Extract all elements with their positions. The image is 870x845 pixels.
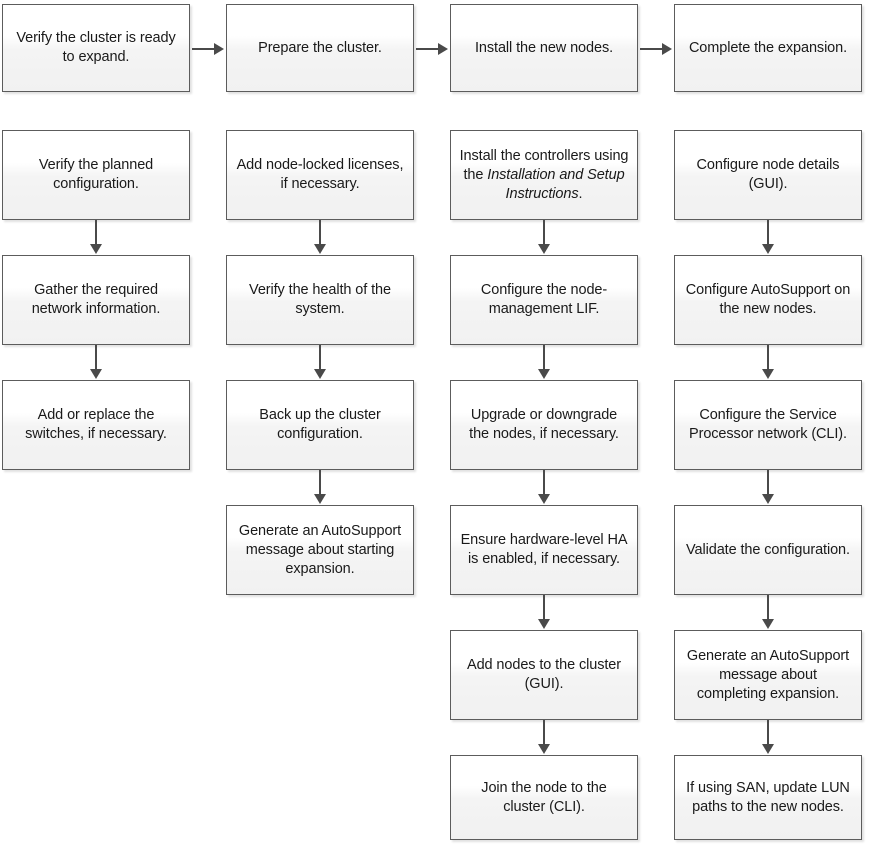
step-label: If using SAN, update LUN paths to the ne… (686, 779, 850, 815)
step-label: Gather the required network information. (31, 282, 161, 317)
step-box-verify-planned-configuration[interactable]: Verify the planned configuration. (2, 130, 190, 220)
step-label: Back up the cluster configuration. (259, 407, 381, 442)
step-box-configure-node-management-lif[interactable]: Configure the node-management LIF. (450, 255, 638, 345)
step-box-configure-node-details-gui[interactable]: Configure node details (GUI). (674, 130, 862, 220)
step-box-upgrade-or-downgrade-nodes[interactable]: Upgrade or downgrade the nodes, if neces… (450, 380, 638, 470)
step-label: Add nodes to the cluster (GUI). (467, 657, 621, 692)
arrow-c1-s1-to-s2 (90, 220, 107, 255)
arrow-c1-s2-to-s3 (90, 345, 107, 380)
arrow-c3-s5-to-s6 (538, 720, 555, 755)
phase-box-verify-cluster-ready[interactable]: Verify the cluster is ready to expand. (2, 4, 190, 92)
phase-label: Verify the cluster is ready to expand. (16, 30, 176, 65)
arrow-c3-s1-to-s2 (538, 220, 555, 255)
phase-box-prepare-cluster[interactable]: Prepare the cluster. (226, 4, 414, 92)
step-label: Ensure hardware-level HA is enabled, if … (460, 532, 628, 567)
step-label: Verify the planned configuration. (38, 157, 154, 192)
phase-label: Complete the expansion. (688, 39, 848, 56)
step-label-italic: Installation and Setup Instructions (487, 166, 625, 202)
arrow-c4-s4-to-s5 (762, 595, 779, 630)
phase-box-complete-expansion[interactable]: Complete the expansion. (674, 4, 862, 92)
step-box-ensure-hardware-level-ha[interactable]: Ensure hardware-level HA is enabled, if … (450, 505, 638, 595)
step-box-validate-configuration[interactable]: Validate the configuration. (674, 505, 862, 595)
arrow-c2-s2-to-s3 (314, 345, 331, 380)
step-box-verify-health-of-system[interactable]: Verify the health of the system. (226, 255, 414, 345)
arrow-c4-s5-to-s6 (762, 720, 779, 755)
step-label: Configure the Service Processor network … (689, 407, 847, 442)
step-box-if-using-san-update-lun-paths[interactable]: If using SAN, update LUN paths to the ne… (674, 755, 862, 840)
step-box-configure-autosupport-new-nodes[interactable]: Configure AutoSupport on the new nodes. (674, 255, 862, 345)
step-box-back-up-cluster-configuration[interactable]: Back up the cluster configuration. (226, 380, 414, 470)
arrow-c4-s1-to-s2 (762, 220, 779, 255)
step-label: Configure AutoSupport on the new nodes. (685, 282, 851, 317)
phase-label: Prepare the cluster. (258, 39, 382, 56)
step-label: Generate an AutoSupport message about st… (238, 522, 402, 577)
step-label: Verify the health of the system. (249, 282, 391, 317)
arrow-c2-s3-to-s4 (314, 470, 331, 505)
step-label: Add node-locked licenses, if necessary. (236, 157, 404, 192)
step-label: Upgrade or downgrade the nodes, if neces… (469, 407, 619, 442)
arrow-phase1-to-phase2 (192, 43, 226, 60)
step-box-install-controllers[interactable]: Install the controllers using the Instal… (450, 130, 638, 220)
arrow-c3-s2-to-s3 (538, 345, 555, 380)
arrow-c3-s4-to-s5 (538, 595, 555, 630)
arrow-c3-s3-to-s4 (538, 470, 555, 505)
step-label: Add or replace the switches, if necessar… (25, 407, 167, 442)
step-box-add-nodes-to-cluster-gui[interactable]: Add nodes to the cluster (GUI). (450, 630, 638, 720)
step-box-gather-network-information[interactable]: Gather the required network information. (2, 255, 190, 345)
phase-box-install-new-nodes[interactable]: Install the new nodes. (450, 4, 638, 92)
step-box-add-or-replace-switches[interactable]: Add or replace the switches, if necessar… (2, 380, 190, 470)
step-label: Join the node to the cluster (CLI). (481, 779, 607, 815)
cluster-expansion-flowchart: Verify the cluster is ready to expand. P… (0, 0, 870, 845)
step-label: Configure the node-management LIF. (480, 282, 608, 317)
arrow-c4-s3-to-s4 (762, 470, 779, 505)
step-box-join-node-to-cluster-cli[interactable]: Join the node to the cluster (CLI). (450, 755, 638, 840)
arrow-c2-s1-to-s2 (314, 220, 331, 255)
step-box-generate-autosupport-starting-expansion[interactable]: Generate an AutoSupport message about st… (226, 505, 414, 595)
step-label-suffix: . (578, 185, 583, 202)
step-label: Install the controllers using the Instal… (459, 147, 629, 204)
step-box-add-node-locked-licenses[interactable]: Add node-locked licenses, if necessary. (226, 130, 414, 220)
step-box-configure-service-processor-network-cli[interactable]: Configure the Service Processor network … (674, 380, 862, 470)
arrow-phase3-to-phase4 (640, 43, 674, 60)
arrow-phase2-to-phase3 (416, 43, 450, 60)
step-label: Generate an AutoSupport message about co… (686, 647, 850, 702)
phase-label: Install the new nodes. (474, 39, 614, 56)
step-label: Configure node details (GUI). (696, 157, 840, 192)
step-box-generate-autosupport-completing-expansion[interactable]: Generate an AutoSupport message about co… (674, 630, 862, 720)
arrow-c4-s2-to-s3 (762, 345, 779, 380)
step-label: Validate the configuration. (686, 541, 850, 558)
